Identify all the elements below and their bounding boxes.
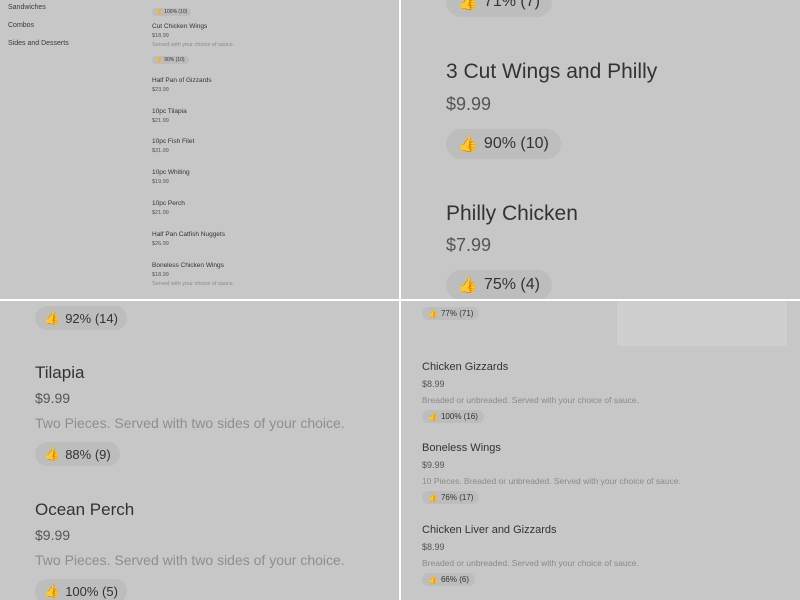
item-price: $18.99 [152, 272, 169, 278]
item-price: $19.99 [152, 179, 169, 185]
thumbs-up-icon: 👍 [44, 446, 61, 461]
item-price: $21.99 [152, 118, 169, 124]
item-price: $9.99 [35, 390, 71, 406]
rating-text: 77% (71) [440, 309, 474, 318]
rating-text: 100% (10) [164, 9, 188, 15]
item-name: Half Pan Catfish Nuggets [152, 231, 225, 238]
item-description: Served with your choice of sauce. [152, 281, 235, 287]
rating-badge: 👍 75% (4) [446, 270, 552, 299]
menu-item[interactable]: Chicken Liver and Gizzards $8.99 Breaded… [422, 524, 639, 587]
item-name: 10pc Fish Filet [152, 138, 195, 145]
thumbs-up-icon: 👍 [428, 575, 438, 584]
category-link-combos[interactable]: Combos [8, 22, 69, 40]
menu-panel-chicken: 👍 77% (71) Chicken Gizzards $8.99 Breade… [401, 301, 800, 600]
rating-text: 71% (7) [483, 0, 540, 10]
thumbs-up-icon: 👍 [458, 136, 478, 153]
item-name: Chicken Gizzards [422, 361, 509, 373]
item-price: $8.99 [422, 379, 445, 389]
rating-badge: 👍 76% (17) [422, 491, 480, 504]
menu-item[interactable]: Boneless Wings $9.99 10 Pieces. Breaded … [422, 442, 681, 505]
thumbs-up-icon: 👍 [458, 277, 478, 294]
item-description: Two Pieces. Served with two sides of you… [35, 415, 345, 431]
item-price: $7.99 [446, 235, 492, 255]
menu-item[interactable]: Boneless Chicken Wings $18.99 Served wit… [152, 262, 234, 287]
category-nav: Sandwiches Combos Sides and Desserts [8, 4, 69, 58]
item-name: Cut Chicken Wings [152, 23, 208, 30]
item-name[interactable]: Tilapia [35, 363, 84, 383]
rating-badge: 👍 66% (6) [422, 573, 475, 586]
thumbs-up-icon: 👍 [44, 310, 61, 325]
item-description: Served with your choice of sauce. [152, 42, 235, 48]
item-name: 10pc Whiting [152, 169, 190, 176]
rating-badge: 👍 90% (10) [152, 56, 189, 64]
item-name: 10pc Tilapia [152, 108, 187, 115]
rating-badge: 👍 71% (7) [446, 0, 552, 17]
item-description: Two Pieces. Served with two sides of you… [35, 552, 345, 568]
rating-badge: 👍 88% (9) [35, 442, 120, 466]
menu-panel-overview: Sandwiches Combos Sides and Desserts 👍 1… [0, 0, 399, 299]
menu-item[interactable]: Chicken Gizzards $8.99 Breaded or unbrea… [422, 361, 639, 424]
rating-text: 90% (10) [483, 135, 549, 152]
item-price: $21.99 [152, 210, 169, 216]
item-description: 10 Pieces. Breaded or unbreaded. Served … [422, 476, 681, 486]
item-price: $26.99 [152, 241, 169, 247]
item-image-placeholder [617, 301, 787, 346]
menu-item[interactable]: 10pc Whiting $19.99 [152, 169, 190, 185]
item-name[interactable]: Ocean Perch [35, 500, 134, 520]
rating-badge: 👍 77% (71) [422, 307, 480, 320]
menu-item[interactable]: Half Pan of Gizzards $23.99 [152, 77, 212, 93]
rating-badge: 👍 100% (5) [35, 579, 127, 600]
item-price: $8.99 [422, 542, 445, 552]
rating-text: 90% (10) [164, 57, 185, 63]
menu-item[interactable]: Cut Chicken Wings $18.99 Served with you… [152, 23, 234, 66]
category-link-sides-and-desserts[interactable]: Sides and Desserts [8, 40, 69, 58]
thumbs-up-icon: 👍 [156, 9, 163, 15]
rating-text: 76% (17) [440, 493, 474, 502]
menu-panel-combos: 👍 71% (7) 3 Cut Wings and Philly $9.99 👍… [401, 0, 800, 299]
rating-text: 88% (9) [65, 446, 111, 462]
rating-text: 100% (16) [440, 412, 478, 421]
rating-badge: 👍 92% (14) [35, 306, 127, 330]
item-name[interactable]: 3 Cut Wings and Philly [446, 60, 657, 84]
rating-badge: 👍 90% (10) [446, 129, 561, 159]
menu-panel-fish: 👍 92% (14) Tilapia $9.99 Two Pieces. Ser… [0, 301, 399, 600]
item-price: $9.99 [35, 527, 71, 543]
item-name: Chicken Liver and Gizzards [422, 524, 557, 536]
category-link-sandwiches[interactable]: Sandwiches [8, 4, 69, 22]
thumbs-up-icon: 👍 [44, 583, 61, 598]
item-description: Breaded or unbreaded. Served with your c… [422, 395, 639, 405]
item-name: 10pc Perch [152, 200, 185, 207]
item-price: $9.99 [422, 460, 445, 470]
rating-text: 92% (14) [65, 310, 118, 326]
thumbs-up-icon: 👍 [428, 493, 438, 502]
thumbs-up-icon: 👍 [156, 57, 163, 63]
item-name: Boneless Chicken Wings [152, 262, 224, 269]
menu-item[interactable]: 10pc Tilapia $21.99 [152, 108, 187, 124]
rating-text: 100% (5) [65, 583, 118, 599]
menu-item[interactable]: Half Pan Catfish Nuggets $26.99 [152, 231, 225, 247]
item-name: Half Pan of Gizzards [152, 77, 212, 84]
menu-item[interactable]: 10pc Perch $21.99 [152, 200, 185, 216]
rating-text: 75% (4) [483, 276, 540, 293]
rating-badge: 👍 100% (10) [152, 8, 192, 16]
thumbs-up-icon: 👍 [458, 0, 478, 11]
item-price: $18.99 [152, 33, 169, 39]
item-price: $31.99 [152, 148, 169, 154]
item-name[interactable]: Philly Chicken [446, 202, 578, 226]
item-price: $23.99 [152, 87, 169, 93]
rating-badge: 👍 100% (16) [422, 410, 484, 423]
thumbs-up-icon: 👍 [428, 309, 438, 318]
item-name: Boneless Wings [422, 442, 501, 454]
thumbs-up-icon: 👍 [428, 412, 438, 421]
rating-text: 66% (6) [440, 575, 469, 584]
item-price: $9.99 [446, 94, 492, 114]
menu-item[interactable]: 10pc Fish Filet $31.99 [152, 138, 194, 154]
item-description: Breaded or unbreaded. Served with your c… [422, 558, 639, 568]
